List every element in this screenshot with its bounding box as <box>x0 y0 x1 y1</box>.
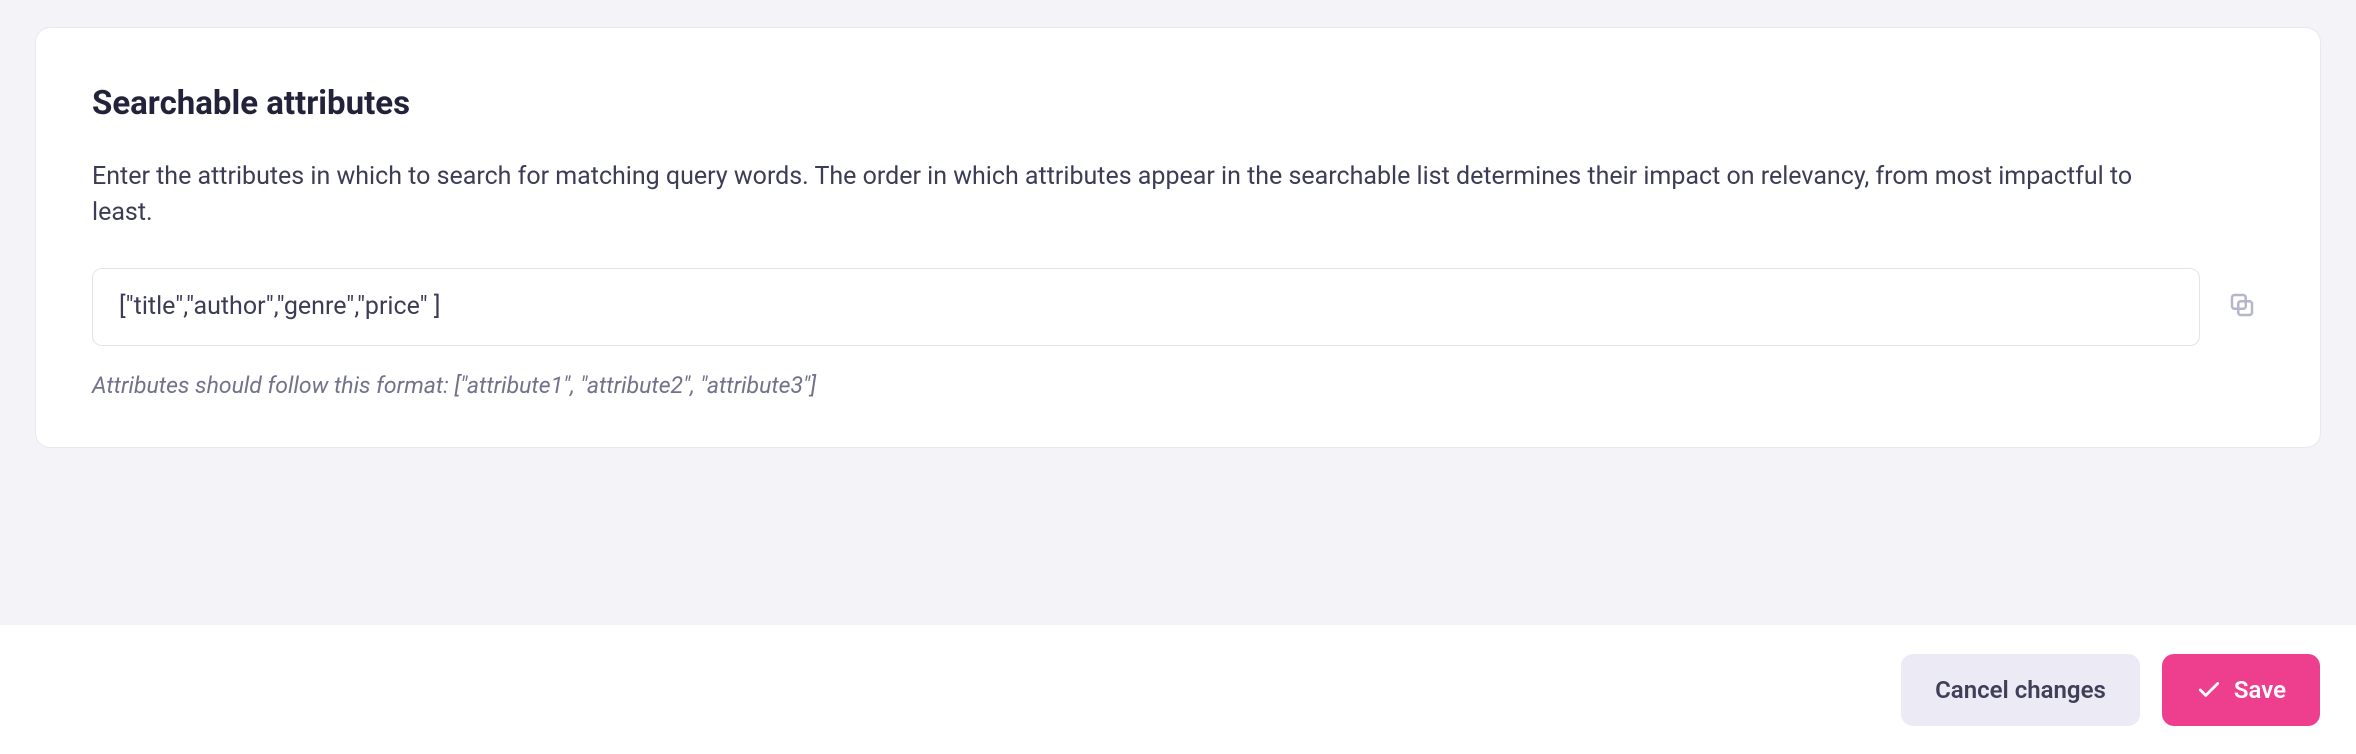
save-button-label: Save <box>2234 676 2286 704</box>
searchable-attributes-card: Searchable attributes Enter the attribut… <box>36 28 2320 447</box>
cancel-button[interactable]: Cancel changes <box>1901 654 2140 726</box>
check-icon <box>2196 677 2222 703</box>
input-row <box>92 268 2264 346</box>
save-button[interactable]: Save <box>2162 654 2320 726</box>
footer-actions: Cancel changes Save <box>0 625 2356 754</box>
card-title: Searchable attributes <box>92 84 2264 123</box>
cancel-button-label: Cancel changes <box>1935 676 2106 704</box>
searchable-attributes-input[interactable] <box>92 268 2200 346</box>
copy-button[interactable] <box>2220 285 2264 329</box>
card-description: Enter the attributes in which to search … <box>92 159 2172 232</box>
format-hint: Attributes should follow this format: ["… <box>92 372 2264 399</box>
copy-icon <box>2227 290 2257 323</box>
